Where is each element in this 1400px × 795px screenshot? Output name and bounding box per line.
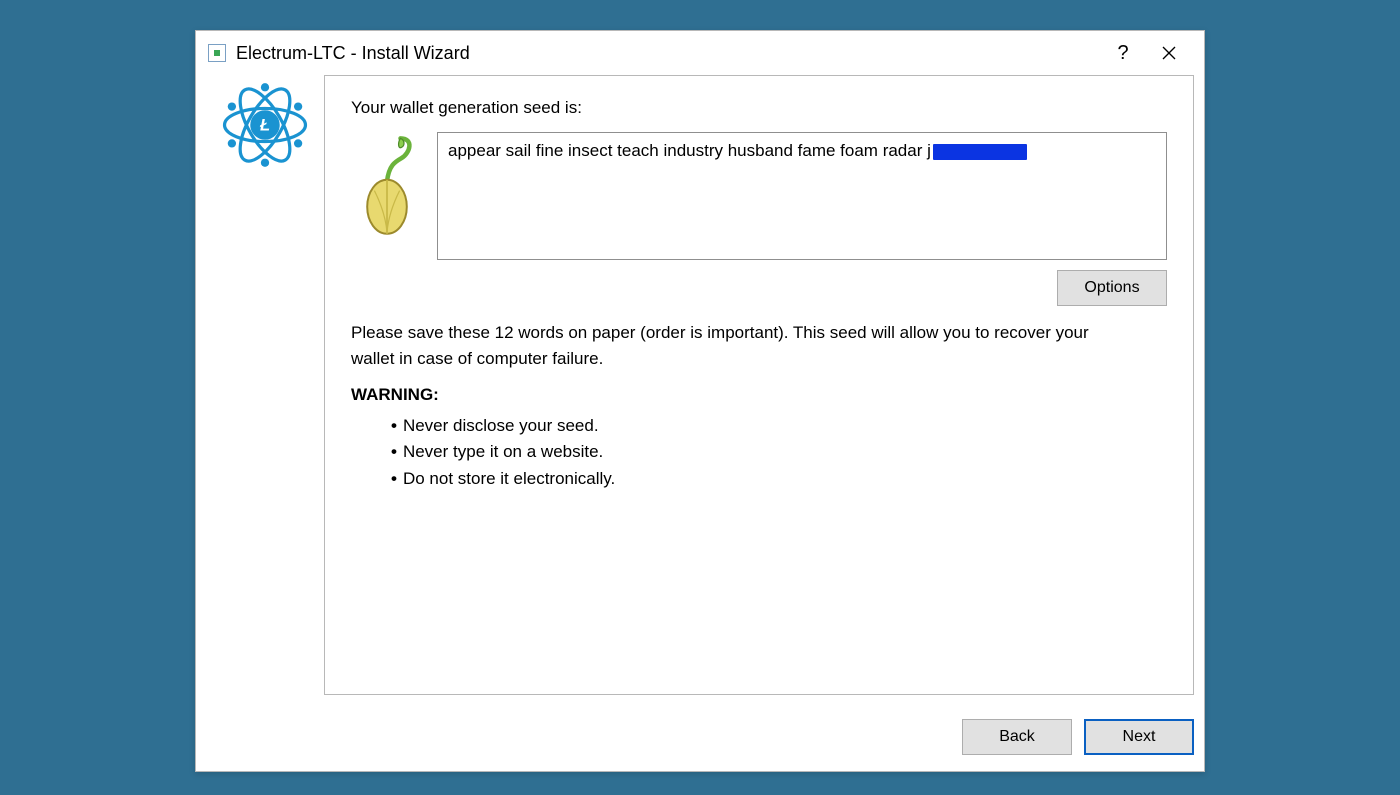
instructions-text: Please save these 12 words on paper (ord… bbox=[351, 320, 1121, 371]
close-icon bbox=[1162, 46, 1176, 60]
install-wizard-window: Electrum-LTC - Install Wizard ? Ł bbox=[195, 30, 1205, 772]
options-button[interactable]: Options bbox=[1057, 270, 1167, 306]
electrum-ltc-logo-icon: Ł bbox=[219, 79, 311, 695]
seed-redacted-portion bbox=[933, 144, 1027, 160]
footer: Back Next bbox=[196, 707, 1204, 771]
next-button[interactable]: Next bbox=[1084, 719, 1194, 755]
seed-words: appear sail fine insect teach industry h… bbox=[448, 141, 931, 160]
back-button[interactable]: Back bbox=[962, 719, 1072, 755]
close-button[interactable] bbox=[1146, 37, 1192, 69]
window-title: Electrum-LTC - Install Wizard bbox=[236, 43, 470, 64]
seed-heading: Your wallet generation seed is: bbox=[351, 98, 1167, 118]
seed-sprout-icon bbox=[351, 132, 423, 246]
warning-item: Do not store it electronically. bbox=[391, 466, 1167, 492]
help-button[interactable]: ? bbox=[1100, 37, 1146, 69]
seed-row: appear sail fine insect teach industry h… bbox=[351, 132, 1167, 260]
warning-item: Never type it on a website. bbox=[391, 439, 1167, 465]
seed-textbox[interactable]: appear sail fine insect teach industry h… bbox=[437, 132, 1167, 260]
svg-text:Ł: Ł bbox=[259, 116, 270, 135]
app-icon bbox=[208, 44, 226, 62]
sidebar: Ł bbox=[206, 75, 324, 695]
titlebar: Electrum-LTC - Install Wizard ? bbox=[196, 31, 1204, 75]
options-row: Options bbox=[351, 270, 1167, 306]
warning-heading: WARNING: bbox=[351, 385, 1167, 405]
content-panel: Your wallet generation seed is: appear s… bbox=[324, 75, 1194, 695]
window-body: Ł Your wallet generation seed is: bbox=[196, 75, 1204, 707]
warning-list: Never disclose your seed. Never type it … bbox=[351, 413, 1167, 492]
warning-item: Never disclose your seed. bbox=[391, 413, 1167, 439]
